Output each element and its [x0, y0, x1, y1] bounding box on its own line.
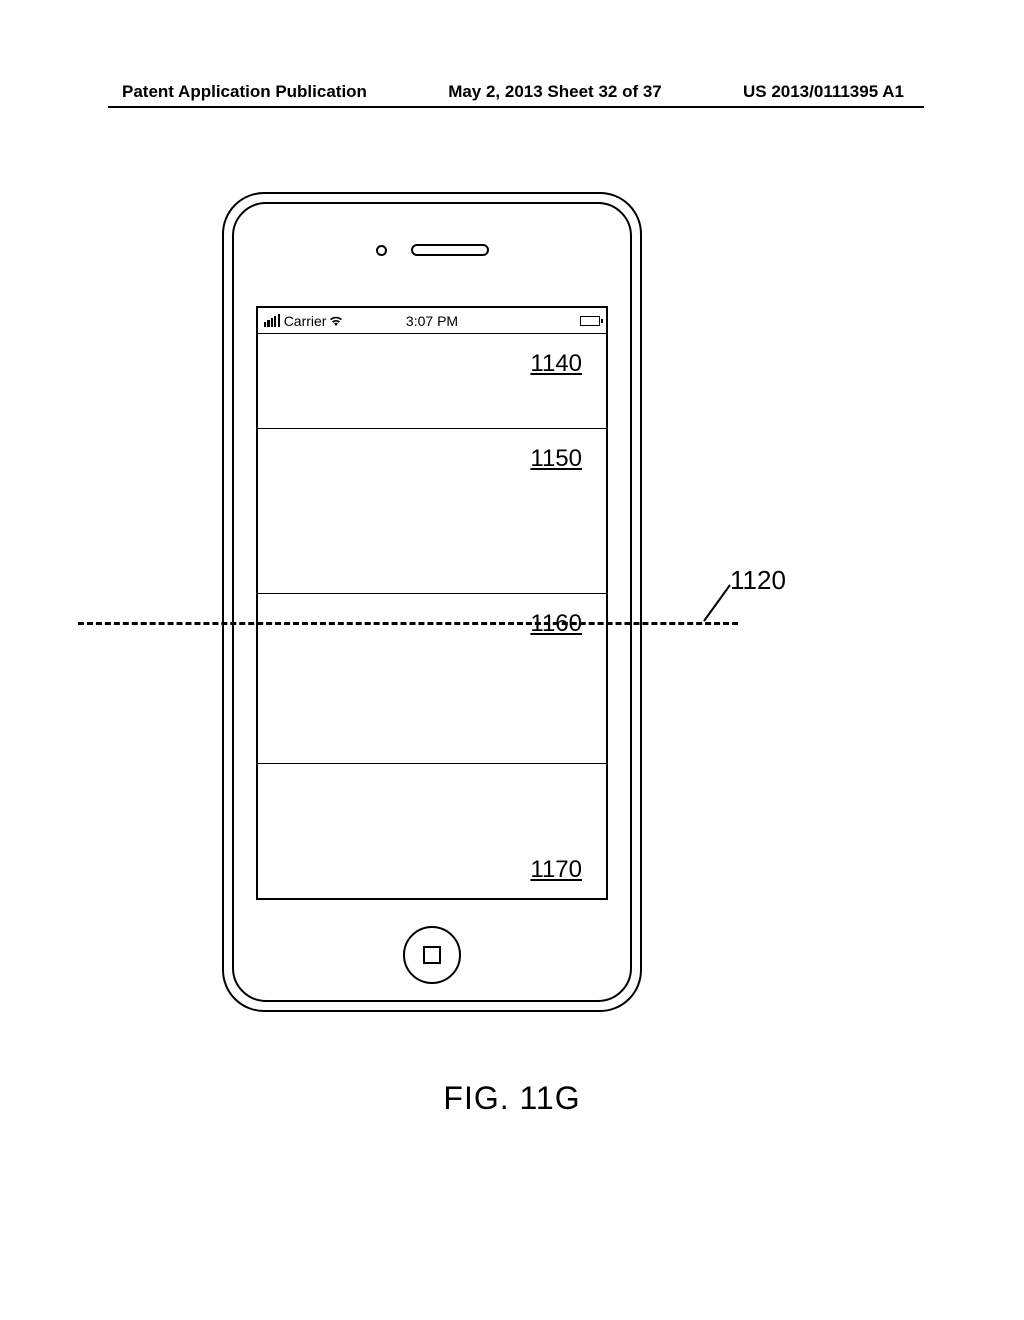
- signal-bars-icon: [264, 314, 280, 327]
- camera-icon: [376, 245, 387, 256]
- list-row-1: 1140: [258, 334, 606, 429]
- phone-screen: Carrier 3:07 PM 1140 1150 1160: [256, 306, 608, 900]
- battery-icon: [580, 316, 600, 326]
- figure-label: FIG. 11G: [0, 1080, 1024, 1117]
- ref-1120: 1120: [730, 565, 786, 596]
- header-center: May 2, 2013 Sheet 32 of 37: [448, 82, 662, 102]
- phone-top-hardware: [234, 244, 630, 256]
- lead-line-1120: 1120: [700, 577, 760, 642]
- ref-1170: 1170: [530, 856, 582, 884]
- list-row-3: 1160: [258, 594, 606, 764]
- midline-dash: [78, 622, 738, 625]
- carrier-label: Carrier: [284, 313, 327, 329]
- home-button-icon: [423, 946, 441, 964]
- phone-bezel: Carrier 3:07 PM 1140 1150 1160: [232, 202, 632, 1002]
- ref-1140: 1140: [530, 350, 582, 378]
- page-header: Patent Application Publication May 2, 20…: [0, 82, 1024, 102]
- list-row-2: 1150: [258, 429, 606, 594]
- status-left: Carrier: [264, 313, 343, 329]
- ref-1150: 1150: [530, 445, 582, 473]
- home-button[interactable]: [403, 926, 461, 984]
- wifi-icon: [329, 315, 343, 327]
- phone-body: Carrier 3:07 PM 1140 1150 1160: [222, 192, 642, 1012]
- status-right: [580, 316, 600, 326]
- header-right: US 2013/0111395 A1: [743, 82, 904, 102]
- header-rule: [108, 106, 924, 108]
- list-row-4: 1170: [258, 764, 606, 894]
- header-left: Patent Application Publication: [122, 82, 367, 102]
- status-bar: Carrier 3:07 PM: [258, 308, 606, 334]
- clock-label: 3:07 PM: [406, 313, 458, 329]
- speaker-grille-icon: [411, 244, 489, 256]
